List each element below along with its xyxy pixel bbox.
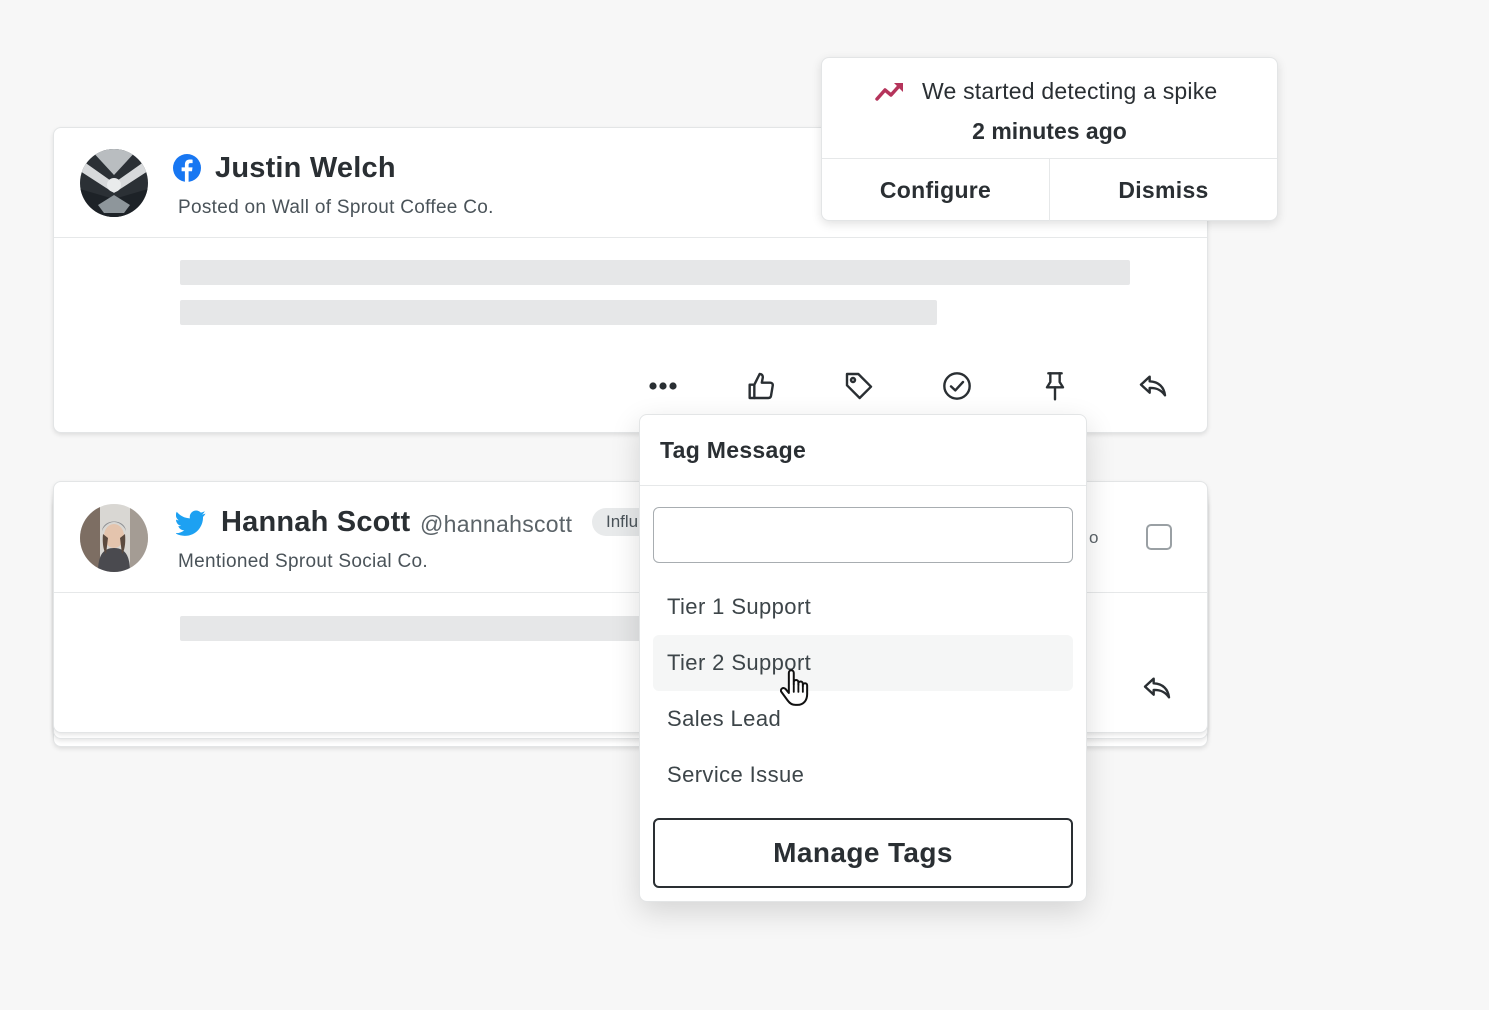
hand-cursor-icon <box>776 668 814 713</box>
tag-option-service-issue[interactable]: Service Issue <box>653 747 1073 803</box>
author-name[interactable]: Hannah Scott <box>221 506 410 539</box>
reply-icon <box>1143 677 1171 699</box>
more-actions-button[interactable] <box>643 366 683 406</box>
tag-icon <box>845 372 873 400</box>
dismiss-button[interactable]: Dismiss <box>1049 159 1277 221</box>
reply-button[interactable] <box>1137 668 1177 708</box>
pin-icon <box>1045 372 1065 401</box>
spike-notification: We started detecting a spike 2 minutes a… <box>821 57 1278 221</box>
content-placeholder-line <box>180 300 937 325</box>
content-placeholder-line <box>180 260 1130 285</box>
twitter-icon <box>174 510 206 541</box>
avatar <box>80 504 148 572</box>
notification-actions: Configure Dismiss <box>822 158 1277 221</box>
post-timestamp: o <box>1089 528 1099 547</box>
notification-time: 2 minutes ago <box>972 118 1127 144</box>
complete-icon <box>943 372 971 400</box>
tag-option-tier-1-support[interactable]: Tier 1 Support <box>653 579 1073 635</box>
card-divider <box>54 237 1207 238</box>
manage-tags-button[interactable]: Manage Tags <box>653 818 1073 888</box>
avatar-image <box>80 504 148 572</box>
like-icon <box>748 372 774 400</box>
select-checkbox[interactable] <box>1146 524 1172 550</box>
complete-button[interactable] <box>937 366 977 406</box>
reply-button[interactable] <box>1133 366 1173 406</box>
tag-search-input[interactable] <box>653 507 1073 563</box>
author-handle[interactable]: @hannahscott <box>420 511 572 538</box>
tag-message-menu: Tag Message Tier 1 Support Tier 2 Suppor… <box>639 414 1087 902</box>
post-context: Posted on Wall of Sprout Coffee Co. <box>178 197 494 218</box>
more-icon <box>649 382 677 390</box>
menu-divider <box>640 485 1086 486</box>
notification-message: We started detecting a spike <box>922 78 1218 104</box>
author-name[interactable]: Justin Welch <box>215 152 396 185</box>
like-button[interactable] <box>741 366 781 406</box>
content-placeholder-line <box>180 616 660 641</box>
menu-title: Tag Message <box>660 437 807 463</box>
tag-button[interactable] <box>839 366 879 406</box>
configure-button[interactable]: Configure <box>822 159 1049 221</box>
avatar <box>80 149 148 217</box>
avatar-image <box>80 149 148 217</box>
tag-option-tier-2-support[interactable]: Tier 2 Support <box>653 635 1073 691</box>
post-context: Mentioned Sprout Social Co. <box>178 551 428 572</box>
reply-icon <box>1139 375 1167 397</box>
trending-up-icon <box>875 80 905 107</box>
pin-button[interactable] <box>1035 366 1075 406</box>
tag-option-sales-lead[interactable]: Sales Lead <box>653 691 1073 747</box>
facebook-icon <box>172 153 202 188</box>
